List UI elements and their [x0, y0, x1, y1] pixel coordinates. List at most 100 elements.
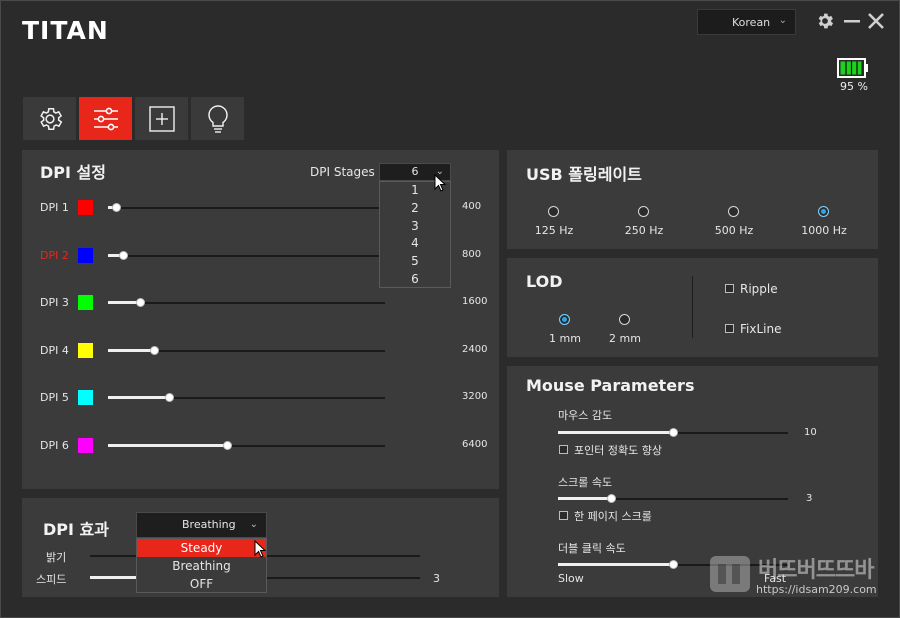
dpi-row-3-label: DPI 3	[40, 296, 69, 309]
dpi-row-5-slider-knob[interactable]	[165, 393, 174, 402]
page-scroll-checkbox[interactable]	[559, 511, 568, 520]
dpi-row-3-value: 1600	[462, 296, 488, 307]
dpi-row-4-value: 2400	[462, 344, 488, 355]
watermark-text: 버뜨버뜨뜨바	[758, 558, 874, 583]
close-button[interactable]	[865, 10, 887, 32]
usb-rate-radio[interactable]	[548, 206, 559, 217]
lod-radio[interactable]	[559, 314, 570, 325]
usb-rate-radio[interactable]	[818, 206, 829, 217]
effect-mode-options: Steady Breathing OFF	[136, 538, 267, 593]
speed-slider-fill	[90, 576, 140, 579]
gear-icon	[39, 107, 62, 130]
usb-polling-title: USB 폴링레이트	[526, 165, 642, 184]
battery-icon	[837, 58, 868, 78]
watermark: 버뜨버뜨뜨바 https://idsam209.com	[706, 548, 888, 604]
dpi-panel-title: DPI 설정	[40, 163, 106, 182]
speed-value: 3	[433, 572, 440, 585]
cursor-icon	[254, 540, 267, 558]
dpi-row-2-value: 800	[462, 249, 482, 260]
tab-lighting[interactable]	[191, 97, 244, 140]
minimize-icon	[844, 20, 860, 23]
chevron-down-icon: ⌄	[249, 519, 258, 530]
dpi-row-2-slider[interactable]	[108, 255, 385, 257]
sensitivity-slider-knob[interactable]	[669, 428, 678, 437]
dpi-row-5-slider-fill	[108, 396, 169, 399]
dpi-row-3-color-swatch[interactable]	[78, 295, 93, 310]
dpi-stages-option[interactable]: 5	[380, 253, 450, 271]
dpi-row-2-slider-knob[interactable]	[119, 251, 128, 260]
sensitivity-label: 마우스 감도	[558, 409, 613, 422]
usb-rate-label: 500 Hz	[714, 224, 754, 237]
dpi-row-6-label: DPI 6	[40, 439, 69, 452]
lod-label: 2 mm	[609, 332, 641, 345]
dpi-stages-option[interactable]: 6	[380, 271, 450, 289]
effect-mode-value: Breathing	[182, 518, 236, 531]
dpi-row-5-color-swatch[interactable]	[78, 390, 93, 405]
dpi-stages-option[interactable]: 3	[380, 218, 450, 236]
double-click-label: 더블 클릭 속도	[558, 542, 626, 555]
dpi-row-6-value: 6400	[462, 439, 488, 450]
dpi-stages-label: DPI Stages	[310, 165, 375, 179]
dpi-row-6-color-swatch[interactable]	[78, 438, 93, 453]
page-scroll-label: 한 페이지 스크롤	[574, 510, 652, 523]
battery-percent: 95 %	[840, 80, 868, 93]
lod-title: LOD	[526, 272, 563, 291]
usb-rate-label: 250 Hz	[624, 224, 664, 237]
dpi-stages-options: 123456	[379, 181, 451, 288]
app-logo: TITAN	[22, 16, 109, 45]
usb-rate-radio[interactable]	[638, 206, 649, 217]
dpi-row-4-slider-knob[interactable]	[150, 346, 159, 355]
language-value: Korean	[732, 15, 771, 29]
dpi-row-3-slider-knob[interactable]	[136, 298, 145, 307]
mouse-parameters-title: Mouse Parameters	[526, 376, 695, 395]
sensitivity-slider-fill	[558, 431, 673, 434]
usb-polling-panel: USB 폴링레이트 125 Hz 250 Hz 500 Hz 1000 Hz	[507, 150, 878, 249]
dpi-row-5-label: DPI 5	[40, 391, 69, 404]
dpi-row-6-slider-knob[interactable]	[223, 441, 232, 450]
settings-button[interactable]	[814, 10, 836, 32]
dpi-effect-title: DPI 효과	[43, 520, 109, 539]
effect-mode-select[interactable]: Breathing ⌄	[136, 512, 267, 538]
dpi-row-3-slider[interactable]	[108, 302, 385, 304]
dpi-row-1-slider-knob[interactable]	[112, 203, 121, 212]
slow-label: Slow	[558, 572, 584, 585]
tab-adjust[interactable]	[79, 97, 132, 140]
fixline-checkbox[interactable]	[725, 324, 734, 333]
sensitivity-value: 10	[804, 427, 817, 438]
dpi-row-1-label: DPI 1	[40, 201, 69, 214]
dpi-stages-option[interactable]: 2	[380, 200, 450, 218]
dpi-row-2-color-swatch[interactable]	[78, 248, 93, 263]
tab-settings[interactable]	[23, 97, 76, 140]
fixline-label: FixLine	[740, 322, 782, 336]
lightbulb-icon	[207, 104, 228, 133]
dpi-stages-value: 6	[411, 165, 419, 178]
effect-mode-option[interactable]: Breathing	[137, 557, 266, 575]
ripple-checkbox[interactable]	[725, 284, 734, 293]
watermark-url: https://idsam209.com	[756, 583, 877, 596]
language-select[interactable]: Korean ⌄	[697, 9, 796, 35]
tab-macro[interactable]	[135, 97, 188, 140]
pointer-precision-checkbox[interactable]	[559, 445, 568, 454]
dpi-stages-option[interactable]: 4	[380, 235, 450, 253]
dpi-row-4-label: DPI 4	[40, 344, 69, 357]
effect-mode-option[interactable]: OFF	[137, 575, 266, 593]
lod-radio[interactable]	[619, 314, 630, 325]
lod-panel: LOD 1 mm 2 mm Ripple FixLine	[507, 258, 878, 357]
double-click-slider-knob[interactable]	[669, 560, 678, 569]
dpi-row-4-color-swatch[interactable]	[78, 343, 93, 358]
dpi-row-6-slider-fill	[108, 444, 227, 447]
pointer-precision-label: 포인터 정확도 향상	[574, 444, 662, 457]
scroll-speed-slider-knob[interactable]	[607, 494, 616, 503]
watermark-logo-icon	[710, 556, 750, 592]
lod-divider	[692, 276, 693, 338]
usb-rate-radio[interactable]	[728, 206, 739, 217]
dpi-row-1-value: 400	[462, 201, 482, 212]
dpi-row-1-slider[interactable]	[108, 207, 385, 209]
double-click-slider-fill	[558, 563, 673, 566]
effect-mode-option[interactable]: Steady	[137, 539, 266, 557]
dpi-row-1-color-swatch[interactable]	[78, 200, 93, 215]
battery-indicator	[837, 58, 869, 78]
ripple-label: Ripple	[740, 282, 778, 296]
scroll-speed-slider-fill	[558, 497, 611, 500]
minimize-button[interactable]	[841, 10, 863, 32]
